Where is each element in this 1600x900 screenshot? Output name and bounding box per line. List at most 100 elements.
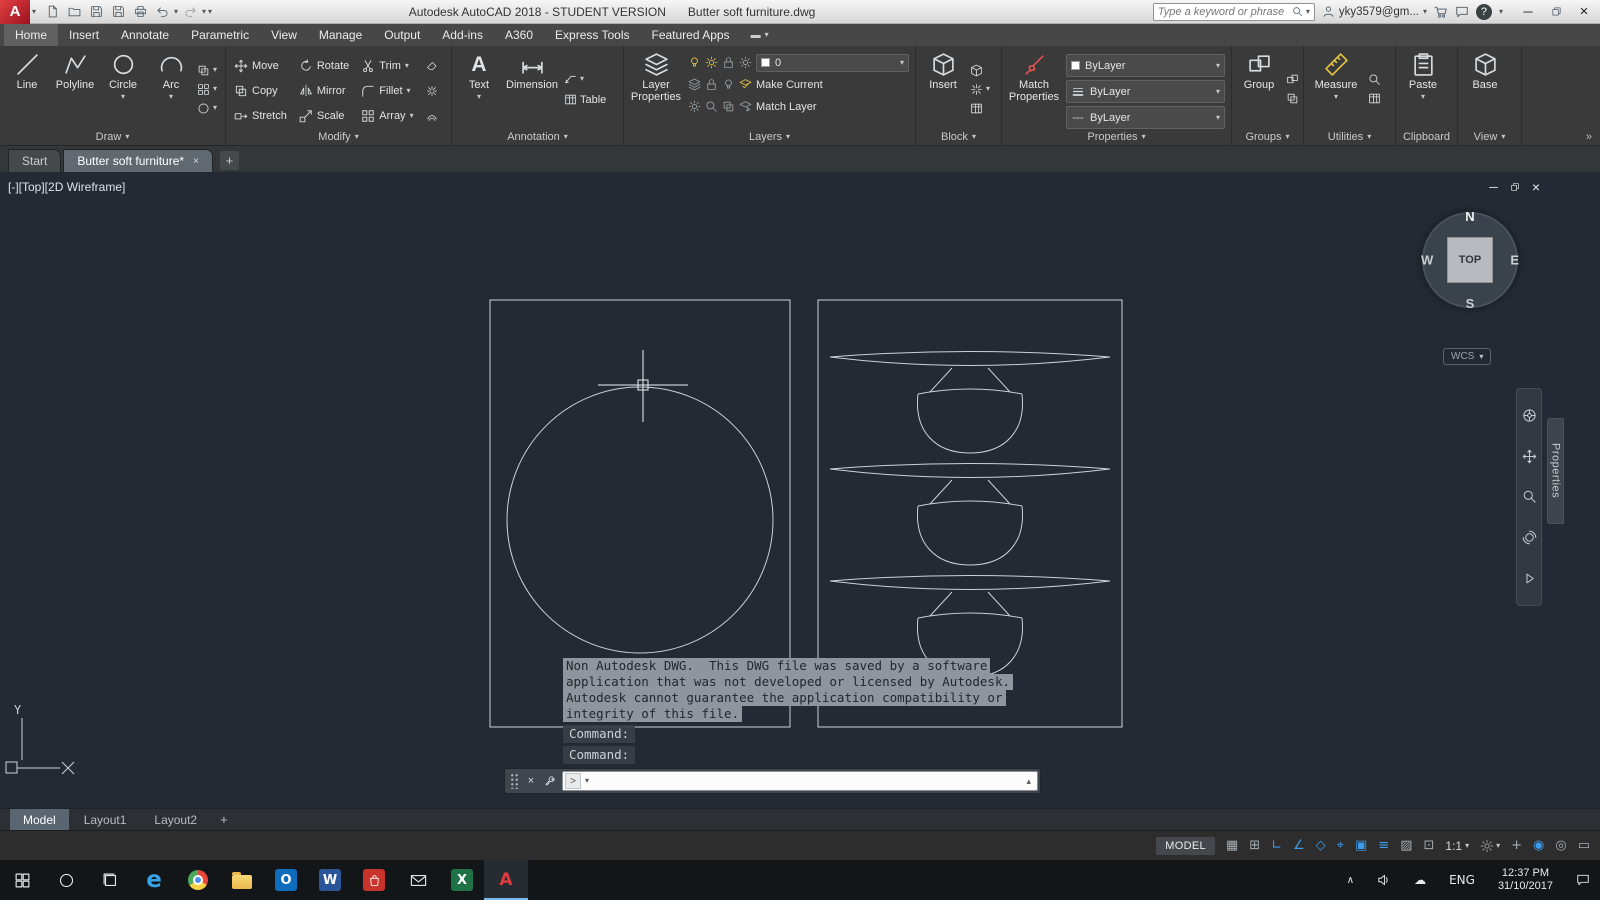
- command-bar-close-icon[interactable]: [522, 775, 540, 787]
- layer-isolate-icon[interactable]: [739, 56, 752, 69]
- viewport-close-icon[interactable]: [1532, 179, 1540, 195]
- hatch-button[interactable]: [197, 83, 217, 96]
- plot-button[interactable]: [130, 3, 150, 21]
- panel-overflow-indicator[interactable]: [1522, 46, 1600, 145]
- scale-button[interactable]: Scale: [294, 103, 354, 128]
- viewcube-top-face[interactable]: TOP: [1447, 237, 1493, 283]
- panel-label-layers[interactable]: Layers: [624, 129, 915, 145]
- close-button[interactable]: [1570, 0, 1598, 24]
- circle-button[interactable]: Circle: [99, 49, 147, 129]
- leader-button[interactable]: [564, 72, 606, 85]
- panel-label-properties[interactable]: Properties: [1002, 129, 1231, 145]
- command-customize-icon[interactable]: [540, 775, 558, 788]
- crosshair-cursor[interactable]: [598, 350, 688, 422]
- ribbon-display-caret[interactable]: [765, 31, 769, 39]
- panel-label-clipboard[interactable]: Clipboard: [1396, 129, 1457, 145]
- help-button[interactable]: [1475, 3, 1492, 20]
- array-button[interactable]: Array: [356, 103, 418, 128]
- copy-button[interactable]: Copy: [229, 78, 292, 103]
- quick-calc-button[interactable]: [1368, 92, 1381, 105]
- recent-commands-button[interactable]: [565, 773, 581, 789]
- osnap-toggle-icon[interactable]: [1355, 838, 1367, 853]
- linetype-dropdown[interactable]: ByLayer: [1066, 106, 1225, 129]
- new-layout-button[interactable]: [212, 809, 236, 830]
- undo-button[interactable]: [152, 3, 172, 21]
- layer-unlock-icon[interactable]: [705, 78, 718, 91]
- lineweight-toggle-icon[interactable]: [1378, 838, 1389, 853]
- language-button[interactable]: ENG: [1441, 860, 1483, 900]
- layout-tab-layout1[interactable]: Layout1: [71, 809, 140, 830]
- explode-button[interactable]: [421, 78, 443, 103]
- edit-attribute-button[interactable]: [970, 83, 990, 96]
- zoom-icon[interactable]: [1522, 489, 1537, 504]
- ungroup-button[interactable]: [1286, 73, 1299, 86]
- onedrive-button[interactable]: [1406, 860, 1434, 900]
- osnap-tracking-icon[interactable]: [1337, 838, 1344, 853]
- minimize-button[interactable]: [1514, 0, 1542, 24]
- quick-select-button[interactable]: [1368, 73, 1381, 86]
- object-color-dropdown[interactable]: ByLayer: [1066, 54, 1225, 77]
- table-button[interactable]: Table: [564, 93, 606, 106]
- file-tab-close-icon[interactable]: [193, 156, 199, 167]
- polyline-button[interactable]: Polyline: [51, 49, 99, 129]
- viewport-minimize-icon[interactable]: [1489, 180, 1498, 194]
- layer-properties-button[interactable]: Layer Properties: [627, 49, 685, 129]
- ribbon-tab-parametric[interactable]: Parametric: [180, 24, 260, 46]
- task-view-button[interactable]: [88, 860, 132, 900]
- command-input[interactable]: [593, 774, 1019, 788]
- cortana-button[interactable]: [44, 860, 88, 900]
- recent-commands-caret[interactable]: [585, 777, 589, 785]
- base-button[interactable]: Base: [1461, 49, 1509, 129]
- ribbon-display-button[interactable]: [751, 30, 761, 41]
- isolate-objects-icon[interactable]: [1555, 838, 1566, 853]
- file-tab-drawing[interactable]: Butter soft furniture*: [63, 149, 213, 172]
- move-button[interactable]: Move: [229, 53, 292, 78]
- drawing-area[interactable]: Y [-][Top][2D Wireframe] N S W E TOP WCS: [0, 172, 1600, 808]
- match-layer-button[interactable]: Match Layer: [756, 101, 817, 113]
- ribbon-tab-express-tools[interactable]: Express Tools: [544, 24, 640, 46]
- volume-button[interactable]: [1369, 860, 1399, 900]
- chrome-button[interactable]: [176, 860, 220, 900]
- outlook-button[interactable]: [264, 860, 308, 900]
- viewcube-north[interactable]: N: [1465, 209, 1474, 224]
- edge-button[interactable]: [132, 860, 176, 900]
- panel-label-draw[interactable]: Draw: [0, 129, 225, 145]
- panel-label-view[interactable]: View: [1458, 129, 1521, 145]
- fillet-button[interactable]: Fillet: [356, 78, 418, 103]
- erase-button[interactable]: [421, 53, 443, 78]
- store-button[interactable]: [352, 860, 396, 900]
- viewport-restore-icon[interactable]: [1510, 182, 1520, 192]
- layer-state-icon[interactable]: [688, 78, 701, 91]
- ribbon-tab-output[interactable]: Output: [373, 24, 431, 46]
- application-menu-button[interactable]: [0, 0, 30, 24]
- snap-toggle-icon[interactable]: [1249, 838, 1260, 853]
- navigation-wheel-icon[interactable]: [1522, 408, 1537, 423]
- properties-palette-tab[interactable]: Properties: [1547, 418, 1564, 524]
- panel-label-groups[interactable]: Groups: [1232, 129, 1303, 145]
- redo-caret[interactable]: [202, 8, 206, 16]
- application-menu-caret[interactable]: [32, 8, 36, 16]
- undo-caret[interactable]: [174, 8, 178, 16]
- start-button[interactable]: [0, 860, 44, 900]
- group-button[interactable]: Group: [1235, 49, 1283, 129]
- paste-button[interactable]: Paste: [1399, 49, 1447, 129]
- ribbon-tab-annotate[interactable]: Annotate: [110, 24, 180, 46]
- layer-merge-icon[interactable]: [722, 100, 735, 113]
- search-icon[interactable]: [1292, 6, 1303, 17]
- ribbon-tab-a360[interactable]: A360: [494, 24, 544, 46]
- workspace-switching-button[interactable]: [1480, 839, 1500, 853]
- save-button[interactable]: [86, 3, 106, 21]
- ellipse-button[interactable]: [197, 102, 217, 115]
- transparency-toggle-icon[interactable]: [1400, 838, 1412, 853]
- polar-tracking-icon[interactable]: [1293, 838, 1305, 853]
- dimension-button[interactable]: Dimension: [503, 49, 561, 129]
- hidden-icons-button[interactable]: [1339, 860, 1362, 900]
- notification-center-button[interactable]: [1568, 860, 1598, 900]
- hardware-acceleration-icon[interactable]: [1533, 838, 1544, 853]
- viewcube-west[interactable]: W: [1421, 253, 1433, 268]
- new-drawing-tab-button[interactable]: [219, 151, 239, 170]
- layer-lock-icon[interactable]: [722, 56, 735, 69]
- customization-button[interactable]: [1511, 838, 1522, 853]
- ortho-toggle-icon[interactable]: [1271, 838, 1282, 853]
- make-current-button[interactable]: Make Current: [756, 79, 823, 91]
